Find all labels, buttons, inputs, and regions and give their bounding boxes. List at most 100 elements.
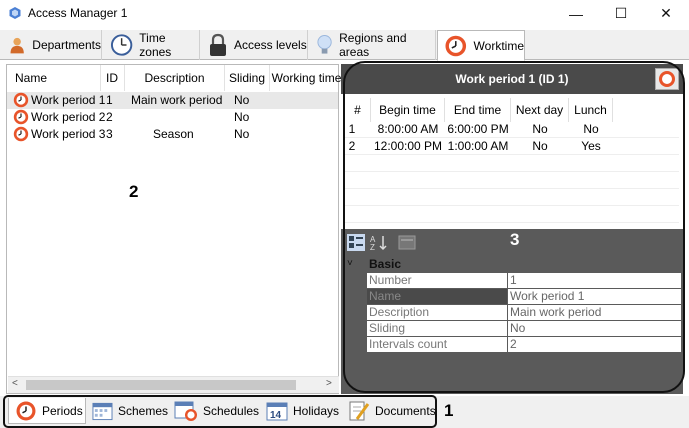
column-header-end-time[interactable]: End time [445,98,511,122]
period-description: Season [153,127,194,141]
tab-regions-and-areas[interactable]: Regions and areas [310,30,436,60]
property-row[interactable]: Name Work period 1 [367,289,681,305]
tab-worktime[interactable]: Worktime [437,30,525,61]
collapse-chevron-icon[interactable]: ˅ [347,258,353,269]
interval-end: 6:00:00 PM [447,122,509,136]
tab-label: Departments [32,38,101,52]
callout-number-3: 3 [510,230,520,249]
period-id: 1 [106,93,113,107]
property-row[interactable]: Description Main work period [367,305,681,321]
list-item[interactable]: Work period 3 3 Season No [7,126,338,143]
property-key: Intervals count [367,337,507,352]
period-name: Work period 3 [31,127,106,141]
tab-label: Schedules [203,404,260,418]
tab-label: Worktime [473,38,524,53]
bottom-tab-strip: Periods Schemes Schedules 14 Holidays Do… [0,396,689,428]
minimize-button[interactable]: — [553,0,599,27]
tab-departments[interactable]: Departments [2,30,102,60]
table-row[interactable]: 1 8:00:00 AM 6:00:00 PM No No [345,121,679,138]
tab-access-levels[interactable]: Access levels [202,30,308,60]
tab-label: Time zones [139,31,172,59]
callout-number-2: 2 [129,182,139,201]
column-header-next-day[interactable]: Next day [511,98,569,122]
column-header-sliding[interactable]: Sliding [225,65,270,91]
list-item[interactable]: Work period 1 1 Main work period No [7,92,338,109]
worktime-clock-icon [13,92,29,108]
tab-periods[interactable]: Periods [8,398,86,424]
window-title: Access Manager 1 [28,6,128,20]
column-header-begin-time[interactable]: Begin time [371,98,445,122]
padlock-icon [210,33,226,56]
maximize-button[interactable]: ☐ [598,0,644,27]
tab-label: Documents [375,404,436,418]
period-sliding: No [234,110,250,124]
tab-time-zones[interactable]: Time zones [104,30,200,60]
worktime-clock-icon [659,71,675,87]
close-button[interactable]: ✕ [643,0,689,27]
property-value: Main work period [508,305,681,320]
tab-schedules[interactable]: Schedules [168,398,260,424]
column-header-name[interactable]: Name [7,65,101,91]
title-bar: Access Manager 1 — ☐ ✕ [0,0,689,27]
property-row[interactable]: Sliding No [367,321,681,337]
period-id: 3 [106,127,113,141]
detail-title: Work period 1 (ID 1) [455,72,569,86]
worktime-button[interactable] [655,68,679,90]
period-sliding: No [234,93,250,107]
tab-label: Holidays [293,404,340,418]
sort-alphabetical-icon[interactable]: A Z [370,234,388,251]
property-value: No [508,321,681,336]
property-pages-icon[interactable] [398,235,416,250]
tab-schemes[interactable]: Schemes [86,398,168,424]
table-row-empty [345,155,679,172]
period-sliding: No [234,127,250,141]
svg-text:14: 14 [270,410,282,421]
svg-text:Z: Z [370,243,375,251]
scroll-left-arrow-icon[interactable]: < [12,378,18,389]
properties-grid: ˅ Basic Number 1 Name Work period 1 Desc… [341,255,683,394]
tab-holidays[interactable]: 14 Holidays [260,398,342,424]
categorized-view-icon[interactable] [347,234,365,251]
period-id: 2 [106,110,113,124]
tab-documents[interactable]: Documents [342,398,436,424]
interval-next-day: No [532,139,548,153]
property-key: Sliding [367,321,507,336]
period-detail-panel: Work period 1 (ID 1) # Begin time End ti… [341,64,683,394]
calendar-icon [92,402,113,421]
tab-label: Schemes [117,404,168,418]
column-header-id[interactable]: ID [101,65,125,91]
tab-label: Access levels [234,38,307,52]
clock-icon [110,34,133,56]
document-pencil-icon [349,401,370,421]
property-row[interactable]: Intervals count 2 [367,337,681,353]
interval-end: 1:00:00 AM [447,139,509,153]
scrollbar-thumb[interactable] [26,380,296,390]
worktime-clock-icon [13,126,29,142]
interval-begin: 8:00:00 AM [377,122,439,136]
horizontal-scrollbar[interactable]: < > [8,376,339,393]
column-header-number[interactable]: # [345,98,371,122]
tab-label: Periods [42,403,83,418]
property-key: Name [367,289,507,304]
property-key: Number [367,273,507,288]
table-row-empty [345,206,679,223]
lightbulb-icon [317,35,332,54]
scroll-right-arrow-icon[interactable]: > [326,378,332,389]
app-logo-icon [9,7,21,19]
interval-next-day: No [532,122,548,136]
property-row[interactable]: Number 1 [367,273,681,289]
period-description: Main work period [131,93,223,107]
column-header-lunch[interactable]: Lunch [569,98,613,122]
table-row[interactable]: 2 12:00:00 PM 1:00:00 AM No Yes [345,138,679,155]
worktime-clock-icon [445,35,467,56]
callout-number-1: 1 [444,401,454,420]
column-header-description[interactable]: Description [125,65,225,91]
interval-number: 2 [348,139,356,153]
calendar-14-icon: 14 [266,402,288,421]
worktime-clock-icon [16,401,36,420]
column-header-working-time[interactable]: Working time [270,65,344,91]
interval-begin: 12:00:00 PM [373,139,443,153]
period-name: Work period 1 [31,93,106,107]
list-item[interactable]: Work period 2 2 No [7,109,338,126]
detail-header: Work period 1 (ID 1) [341,64,683,94]
